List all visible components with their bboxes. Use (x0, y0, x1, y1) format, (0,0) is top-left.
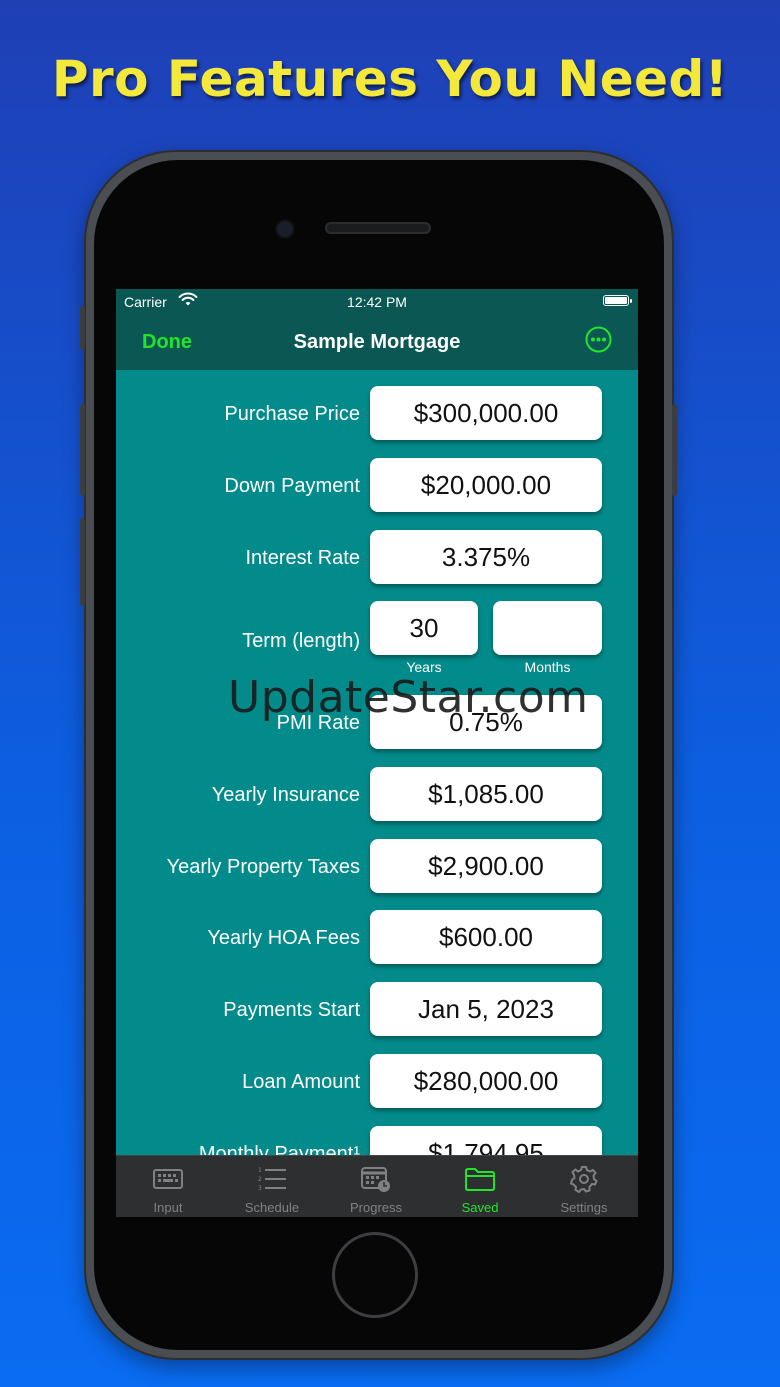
battery-icon (603, 295, 632, 306)
volume-up-button (80, 404, 85, 496)
interest-rate-label: Interest Rate (245, 547, 360, 569)
gear-icon (568, 1165, 600, 1194)
payments-start-label: Payments Start (223, 999, 360, 1021)
volume-down-button (80, 518, 85, 606)
yearly-insurance-label: Yearly Insurance (211, 784, 360, 806)
tab-settings-label: Settings (560, 1200, 608, 1215)
down-payment-field[interactable]: $20,000.00 (370, 458, 602, 512)
tab-bar: Input 1 2 3 Schedule Progress Saved Settin… (116, 1155, 638, 1217)
watermark: UpdateStar.com (228, 672, 589, 723)
property-taxes-row: Yearly Property Taxes $2,900.00 (116, 839, 638, 895)
folder-icon (464, 1165, 496, 1193)
term-months-field[interactable] (493, 601, 602, 655)
tab-progress[interactable]: Progress (324, 1156, 428, 1217)
down-payment-label: Down Payment (224, 475, 360, 497)
interest-rate-field[interactable]: 3.375% (370, 530, 602, 584)
hoa-fees-row: Yearly HOA Fees $600.00 (116, 910, 638, 966)
payments-start-row: Payments Start Jan 5, 2023 (116, 982, 638, 1038)
purchase-price-row: Purchase Price $300,000.00 (116, 386, 638, 442)
numbered-list-icon: 1 2 3 (256, 1165, 288, 1193)
clock: 12:42 PM (347, 294, 407, 310)
interest-rate-row: Interest Rate 3.375% (116, 530, 638, 586)
down-payment-row: Down Payment $20,000.00 (116, 458, 638, 514)
svg-text:1: 1 (258, 1167, 262, 1174)
loan-amount-label: Loan Amount (242, 1071, 360, 1093)
more-options-icon[interactable] (585, 326, 612, 353)
yearly-insurance-row: Yearly Insurance $1,085.00 (116, 767, 638, 823)
tab-input[interactable]: Input (116, 1156, 220, 1217)
purchase-price-field[interactable]: $300,000.00 (370, 386, 602, 440)
tab-schedule[interactable]: 1 2 3 Schedule (220, 1156, 324, 1217)
term-row: Term (length) 30 Years Months (116, 601, 638, 681)
yearly-insurance-field[interactable]: $1,085.00 (370, 767, 602, 821)
property-taxes-field[interactable]: $2,900.00 (370, 839, 602, 893)
tab-settings[interactable]: Settings (532, 1156, 636, 1217)
keyboard-icon (152, 1165, 184, 1193)
power-button (672, 404, 677, 496)
svg-text:2: 2 (258, 1176, 262, 1183)
hoa-fees-field[interactable]: $600.00 (370, 910, 602, 964)
tab-progress-label: Progress (349, 1200, 403, 1215)
page-title: Sample Mortgage (293, 331, 461, 353)
earpiece-speaker (325, 222, 431, 234)
property-taxes-label: Yearly Property Taxes (166, 856, 360, 878)
hoa-fees-label: Yearly HOA Fees (207, 927, 360, 949)
svg-text:3: 3 (258, 1185, 262, 1192)
headline: Pro Features You Need! (51, 50, 729, 108)
app-screen: Carrier 12:42 PM Done Sample Mortgage Pu… (116, 289, 638, 1217)
status-bar: Carrier 12:42 PM (116, 289, 638, 313)
navigation-bar: Done Sample Mortgage (116, 313, 638, 370)
term-label: Term (length) (242, 630, 360, 652)
calendar-clock-icon (360, 1165, 392, 1193)
tab-saved[interactable]: Saved (428, 1156, 532, 1217)
tab-input-label: Input (153, 1200, 183, 1215)
front-camera (277, 221, 293, 237)
home-button[interactable] (332, 1232, 418, 1318)
loan-amount-field: $280,000.00 (370, 1054, 602, 1108)
purchase-price-label: Purchase Price (224, 403, 360, 425)
tab-saved-label: Saved (461, 1200, 499, 1215)
tab-schedule-label: Schedule (244, 1200, 300, 1215)
mute-switch (80, 306, 85, 350)
term-years-field[interactable]: 30 (370, 601, 478, 655)
loan-amount-row: Loan Amount $280,000.00 (116, 1054, 638, 1110)
payments-start-field[interactable]: Jan 5, 2023 (370, 982, 602, 1036)
